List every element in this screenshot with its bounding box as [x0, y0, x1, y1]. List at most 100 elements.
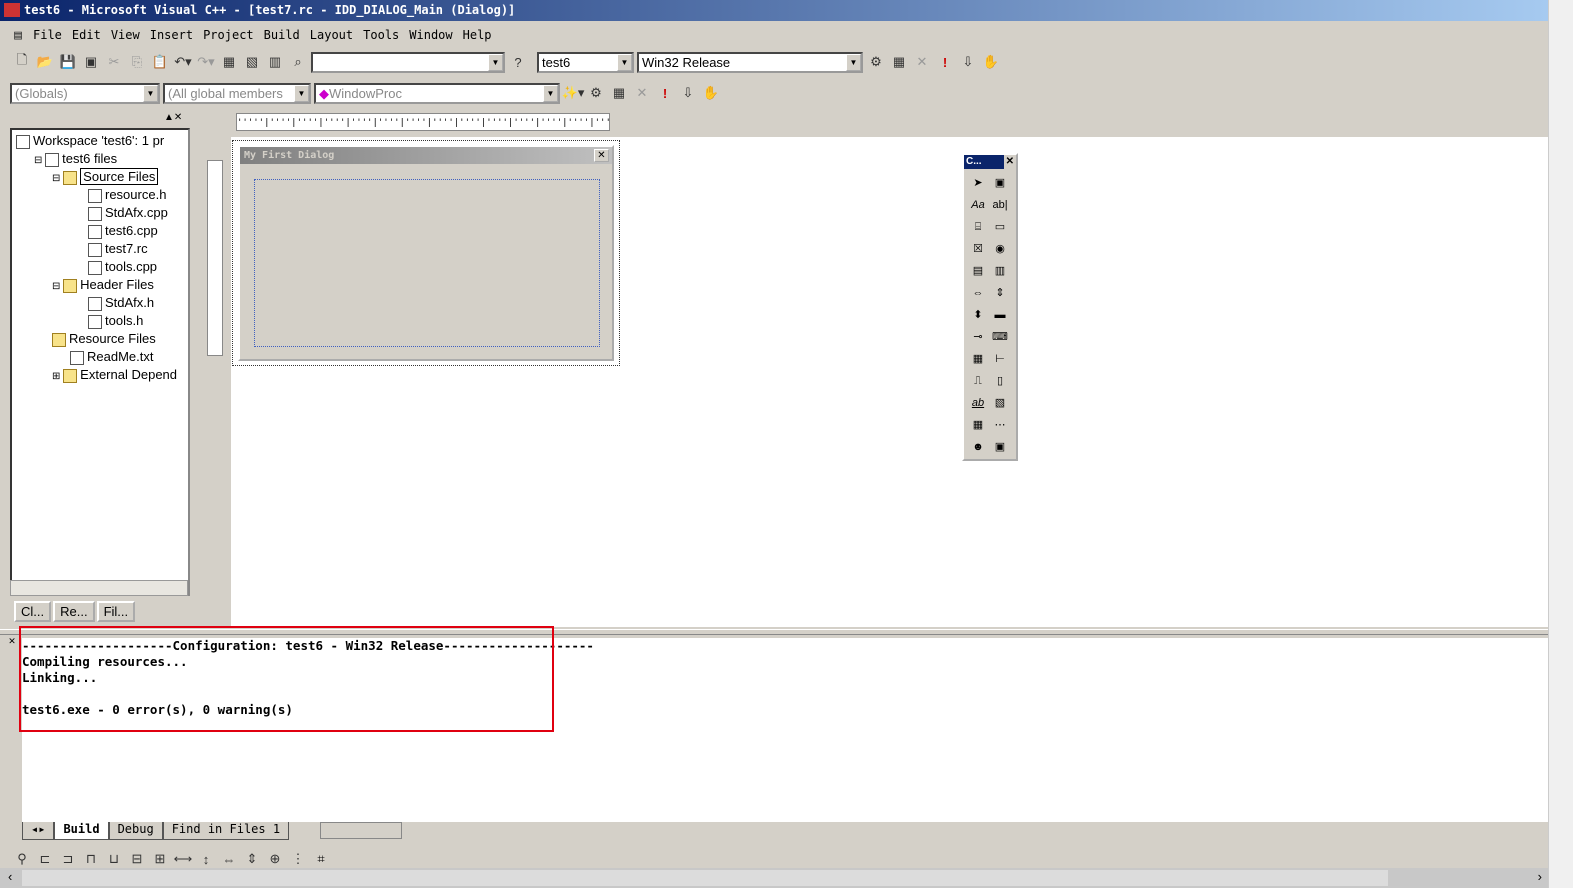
execute-icon[interactable]: !: [655, 83, 675, 103]
build-icon[interactable]: ▦: [609, 83, 629, 103]
progress-icon[interactable]: ▬: [989, 304, 1011, 326]
redo-icon[interactable]: ↷▾: [196, 52, 216, 72]
chevron-down-icon[interactable]: ▼: [488, 53, 503, 71]
tree-item[interactable]: ⊟ Source Files: [16, 168, 184, 186]
tree-item[interactable]: tools.h: [16, 312, 184, 330]
close-icon[interactable]: ✕: [6, 636, 18, 648]
tree-item[interactable]: resource.h: [16, 186, 184, 204]
breakpoint-hand-icon[interactable]: ✋: [981, 52, 1001, 72]
month-calendar-icon[interactable]: ▦: [967, 414, 989, 436]
center-vertical-icon[interactable]: ⊟: [127, 849, 147, 869]
tree-item[interactable]: Workspace 'test6': 1 pr: [16, 132, 184, 150]
build-icon[interactable]: ▦: [889, 52, 909, 72]
tree-item[interactable]: test6.cpp: [16, 222, 184, 240]
align-top-icon[interactable]: ⊓: [81, 849, 101, 869]
stop-build-icon[interactable]: ✕: [912, 52, 932, 72]
tab-build[interactable]: Build: [54, 822, 109, 840]
checkbox-icon[interactable]: ☒: [967, 238, 989, 260]
tab-control-icon[interactable]: ⎍: [967, 370, 989, 392]
animate-icon[interactable]: ▯: [989, 370, 1011, 392]
paste-icon[interactable]: 📋: [150, 52, 170, 72]
breakpoint-hand-icon[interactable]: ✋: [701, 83, 721, 103]
open-icon[interactable]: 📂: [35, 52, 55, 72]
ip-address-icon[interactable]: ⋯: [989, 414, 1011, 436]
copy-icon[interactable]: ⎘: [127, 52, 147, 72]
radio-icon[interactable]: ◉: [989, 238, 1011, 260]
filter-combo[interactable]: (All global members ▼: [163, 82, 311, 104]
pane-controls[interactable]: ▲✕: [164, 112, 190, 124]
pointer-icon[interactable]: ➤: [967, 172, 989, 194]
scroll-right-icon[interactable]: ›: [1538, 869, 1542, 884]
vertical-ruler[interactable]: [207, 160, 223, 356]
expand-icon[interactable]: ⊞: [52, 371, 63, 382]
align-bottom-icon[interactable]: ⊔: [104, 849, 124, 869]
go-icon[interactable]: ⇩: [958, 52, 978, 72]
space-across-icon[interactable]: ⟷: [173, 849, 193, 869]
menu-layout[interactable]: Layout: [305, 28, 358, 42]
tree-control-icon[interactable]: ⊢: [989, 348, 1011, 370]
test-dialog-icon[interactable]: ⚲: [12, 849, 32, 869]
compile-icon[interactable]: ⚙: [866, 52, 886, 72]
same-height-icon[interactable]: ⇕: [242, 849, 262, 869]
vscroll-icon[interactable]: ⇕: [989, 282, 1011, 304]
spin-icon[interactable]: ⬍: [967, 304, 989, 326]
custom-control-icon[interactable]: ☻: [967, 436, 989, 458]
workspace-tab[interactable]: Re...: [53, 601, 95, 622]
compile-icon[interactable]: ⚙: [586, 83, 606, 103]
space-down-icon[interactable]: ↕: [196, 849, 216, 869]
rich-edit-icon[interactable]: ab: [967, 392, 989, 414]
dialog-close-icon[interactable]: ✕: [594, 149, 609, 162]
chevron-down-icon[interactable]: ▼: [617, 53, 632, 71]
tree-item[interactable]: Resource Files: [16, 330, 184, 348]
align-right-icon[interactable]: ⊐: [58, 849, 78, 869]
chevron-down-icon[interactable]: ▼: [143, 84, 158, 102]
new-file-icon[interactable]: 🗋: [12, 52, 32, 72]
wizard-wand-icon[interactable]: ✨▾: [562, 83, 585, 103]
save-icon[interactable]: 💾: [58, 52, 78, 72]
go-icon[interactable]: ⇩: [678, 83, 698, 103]
workspace-tab[interactable]: Cl...: [14, 601, 52, 622]
tree-item[interactable]: ⊟ test6 files: [16, 150, 184, 168]
grid-icon[interactable]: ⋮: [288, 849, 308, 869]
output-hscrollbar[interactable]: [320, 822, 402, 839]
close-icon[interactable]: ✕: [1003, 155, 1016, 169]
dialog-preview[interactable]: My First Dialog ✕: [238, 145, 614, 361]
tab-find[interactable]: Find in Files 1: [162, 822, 290, 840]
menu-help[interactable]: Help: [458, 28, 497, 42]
undo-icon[interactable]: ↶▾: [173, 52, 193, 72]
list-control-icon[interactable]: ▦: [967, 348, 989, 370]
cut-icon[interactable]: ✂: [104, 52, 124, 72]
project-combo[interactable]: test6 ▼: [537, 51, 634, 73]
stop-build-icon[interactable]: ✕: [632, 83, 652, 103]
execute-icon[interactable]: !: [935, 52, 955, 72]
class-combo[interactable]: (Globals) ▼: [10, 82, 160, 104]
static-text-icon[interactable]: Aa: [967, 194, 989, 216]
menu-file[interactable]: File: [28, 28, 67, 42]
window-list-icon[interactable]: ▥: [265, 52, 285, 72]
workspace-icon[interactable]: ▦: [219, 52, 239, 72]
date-picker-icon[interactable]: ▧: [989, 392, 1011, 414]
list-box-icon[interactable]: ▥: [989, 260, 1011, 282]
hscroll-icon[interactable]: ⇔: [967, 282, 989, 304]
guides-icon[interactable]: ⌗: [311, 849, 331, 869]
tree-item[interactable]: ⊟ Header Files: [16, 276, 184, 294]
align-left-icon[interactable]: ⊏: [35, 849, 55, 869]
config-combo[interactable]: Win32 Release ▼: [637, 51, 863, 73]
horizontal-scrollbar[interactable]: ‹ ›: [0, 868, 1548, 888]
chevron-down-icon[interactable]: ▼: [294, 84, 309, 102]
same-width-icon[interactable]: ⇔: [219, 849, 239, 869]
tree-item[interactable]: test7.rc: [16, 240, 184, 258]
chevron-down-icon[interactable]: ▼: [543, 84, 558, 102]
output-icon[interactable]: ▧: [242, 52, 262, 72]
expand-icon[interactable]: ⊟: [52, 173, 63, 184]
workspace-hscrollbar[interactable]: [10, 580, 188, 596]
find-in-files-icon[interactable]: ⌕: [288, 52, 308, 72]
tree-item[interactable]: StdAfx.cpp: [16, 204, 184, 222]
menu-tools[interactable]: Tools: [358, 28, 404, 42]
combo-ex-icon[interactable]: ▣: [989, 436, 1011, 458]
scroll-left-icon[interactable]: ‹: [8, 869, 12, 884]
expand-icon[interactable]: ⊟: [34, 155, 45, 166]
tab-scroll-arrows[interactable]: ◂▸: [22, 822, 55, 840]
picture-icon[interactable]: ▣: [989, 172, 1011, 194]
group-box-icon[interactable]: ⌸: [967, 216, 989, 238]
